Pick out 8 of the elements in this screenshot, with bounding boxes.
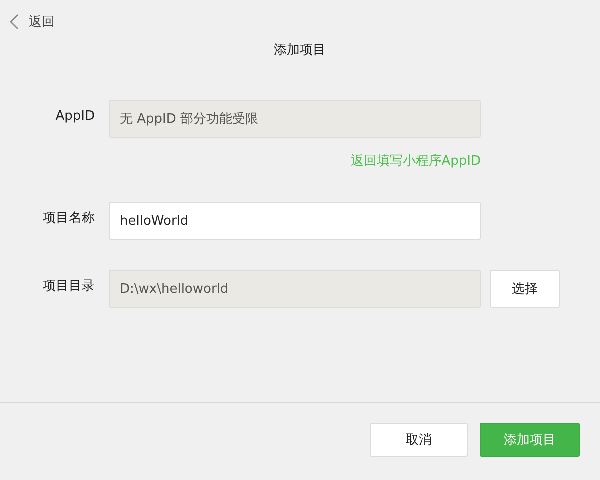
chevron-left-icon xyxy=(10,14,19,30)
input-field[interactable]: helloWorld xyxy=(109,202,481,240)
back-button[interactable]: 返回 xyxy=(10,13,55,31)
field-label: 项目名称 xyxy=(42,210,95,227)
cancel-button[interactable]: 取消 xyxy=(370,423,468,457)
field-label: 项目目录 xyxy=(42,278,95,295)
field-label: AppID xyxy=(54,108,95,124)
dialog-title: 添加项目 xyxy=(273,42,327,60)
